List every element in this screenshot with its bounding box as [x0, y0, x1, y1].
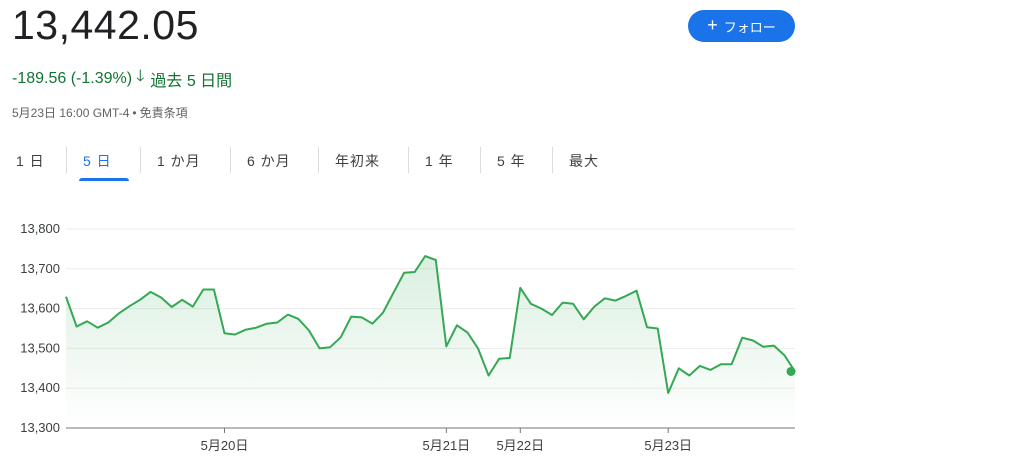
y-tick-label: 13,300	[20, 420, 60, 435]
disclaimer-link[interactable]: 免責条項	[140, 106, 188, 120]
x-tick-label: 5月20日	[201, 438, 249, 453]
tab-range-3[interactable]: 1 か月	[141, 143, 231, 179]
y-tick-label: 13,500	[20, 340, 60, 355]
tab-label: 1 年	[425, 153, 454, 169]
price-area-fill	[66, 256, 795, 428]
tab-label: 5 年	[497, 153, 526, 169]
tab-label: 5 日	[83, 153, 112, 169]
plus-icon: +	[707, 15, 718, 35]
tab-range-4[interactable]: 6 か月	[231, 143, 319, 179]
y-tick-label: 13,800	[20, 221, 60, 236]
tab-label: 1 か月	[157, 153, 201, 169]
price-value: 13,442.05	[12, 2, 199, 48]
arrow-down-icon: 🡓	[136, 68, 145, 85]
timestamp-line: 5月23日 16:00 GMT-4 • 免責条項	[12, 104, 188, 121]
tab-range-1[interactable]: 1 日	[0, 143, 67, 179]
change-value: -189.56 (-1.39%)	[12, 69, 133, 87]
x-tick-label: 5月22日	[496, 438, 544, 453]
tab-label: 年初来	[335, 153, 380, 169]
tab-range-5[interactable]: 年初来	[319, 143, 409, 179]
tab-label: 最大	[569, 153, 599, 169]
follow-button-label: フォロー	[723, 19, 776, 35]
change-period: 過去 5 日間	[150, 72, 233, 90]
tab-label: 1 日	[16, 153, 45, 169]
y-tick-label: 13,700	[20, 261, 60, 276]
active-tab-indicator	[79, 178, 129, 181]
y-tick-label: 13,600	[20, 301, 60, 316]
tab-range-7[interactable]: 5 年	[481, 143, 553, 179]
y-tick-label: 13,400	[20, 380, 60, 395]
price-change: -189.56 (-1.39%) 🡓 過去 5 日間	[12, 65, 232, 92]
tab-range-2[interactable]: 5 日	[67, 143, 141, 181]
x-tick-label: 5月21日	[422, 438, 470, 453]
price-chart: 13,800 13,700 13,600 13,500 13,400 13,300 5月20…	[20, 221, 796, 453]
last-price-marker	[786, 366, 796, 376]
follow-button[interactable]: + フォロー	[688, 10, 795, 42]
tab-label: 6 か月	[247, 153, 291, 169]
separator-dot: •	[132, 106, 137, 120]
timestamp: 5月23日 16:00 GMT-4	[12, 106, 130, 120]
tab-range-8[interactable]: 最大	[553, 143, 623, 179]
tab-range-6[interactable]: 1 年	[409, 143, 481, 179]
x-tick-label: 5月23日	[644, 438, 692, 453]
time-range-tabs: 1 日 5 日 1 か月 6 か月 年初来 1 年 5 年 最大	[0, 143, 623, 183]
